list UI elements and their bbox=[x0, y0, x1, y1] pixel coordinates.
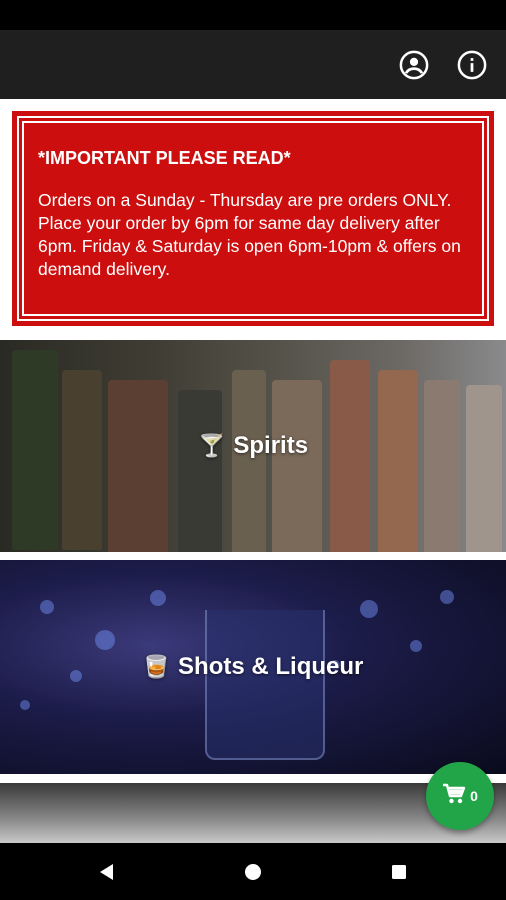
system-nav-bar bbox=[0, 843, 506, 900]
recent-apps-icon[interactable] bbox=[384, 857, 414, 887]
cart-button[interactable]: 0 bbox=[426, 762, 494, 830]
notice-inner-border: *IMPORTANT PLEASE READ* Orders on a Sund… bbox=[22, 121, 484, 316]
info-icon[interactable] bbox=[456, 49, 488, 81]
category-spirits[interactable]: 🍸 Spirits bbox=[0, 340, 506, 552]
back-icon[interactable] bbox=[92, 857, 122, 887]
status-bar bbox=[0, 0, 506, 30]
cart-count: 0 bbox=[470, 788, 478, 804]
notice-title: *IMPORTANT PLEASE READ* bbox=[38, 148, 291, 168]
notice-body: Orders on a Sunday - Thursday are pre or… bbox=[38, 190, 461, 279]
category-title: Shots & Liqueur bbox=[178, 653, 364, 680]
account-circle-icon[interactable] bbox=[398, 49, 430, 81]
category-shots-liqueur[interactable]: 🥃 Shots & Liqueur bbox=[0, 560, 506, 774]
category-title: Spirits bbox=[233, 432, 309, 459]
important-notice: *IMPORTANT PLEASE READ* Orders on a Sund… bbox=[12, 111, 494, 326]
cart-icon bbox=[442, 783, 466, 810]
cocktail-icon: 🍸 bbox=[197, 433, 226, 458]
home-icon[interactable] bbox=[238, 857, 268, 887]
category-label: 🥃 Shots & Liqueur bbox=[143, 653, 364, 681]
tumbler-glass-icon: 🥃 bbox=[142, 654, 171, 679]
category-label: 🍸 Spirits bbox=[198, 432, 308, 460]
app-bar bbox=[0, 30, 506, 99]
notice-outer-border: *IMPORTANT PLEASE READ* Orders on a Sund… bbox=[17, 116, 489, 321]
